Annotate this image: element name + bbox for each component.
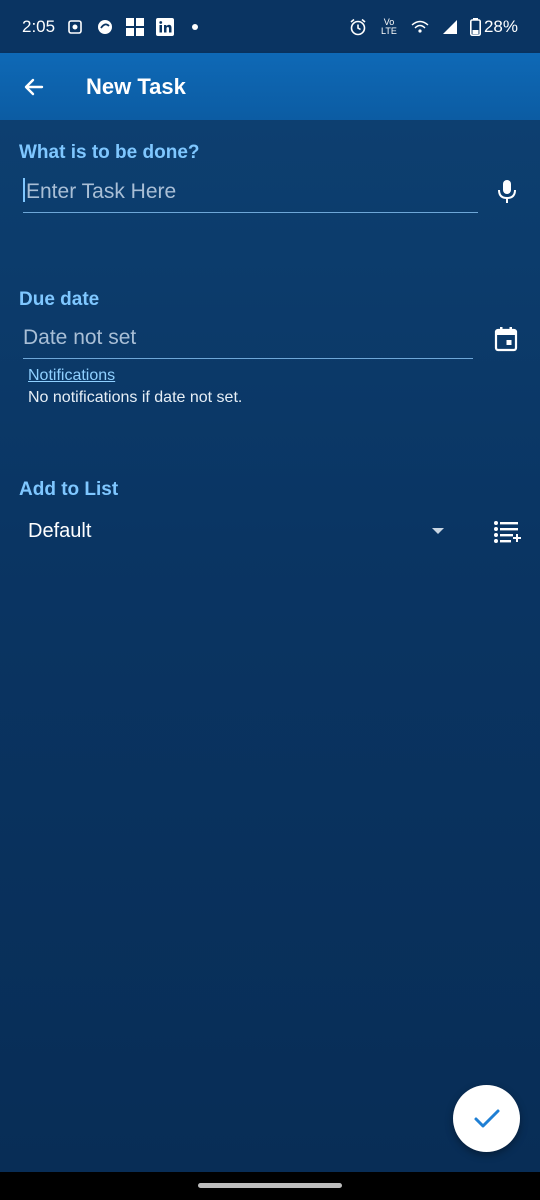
app-icon: [125, 17, 145, 37]
battery-percent: 28%: [483, 16, 518, 36]
task-label: What is to be done?: [19, 142, 200, 163]
dropdown-arrow-icon[interactable]: [432, 528, 444, 534]
wifi-icon: [410, 17, 430, 37]
add-list-button[interactable]: [490, 515, 524, 549]
calendar-icon: [494, 327, 518, 352]
due-date-field[interactable]: Date not set: [23, 326, 473, 359]
task-form: What is to be done? Enter Task Here Due …: [0, 120, 540, 1172]
linkedin-icon: [155, 17, 175, 37]
text-caret: [23, 178, 25, 202]
calendar-button[interactable]: [489, 322, 523, 356]
signal-icon: [440, 17, 460, 37]
save-task-button[interactable]: [453, 1085, 520, 1152]
status-bar: 2:05 Vo LTE 28%: [0, 0, 540, 53]
status-right: Vo LTE 28%: [348, 17, 518, 37]
dot-icon: [185, 17, 205, 37]
mic-button[interactable]: [490, 175, 524, 209]
status-left: 2:05: [22, 17, 205, 37]
navigation-bar: [0, 1172, 540, 1200]
task-placeholder: Enter Task Here: [26, 180, 177, 203]
back-button[interactable]: [14, 67, 54, 107]
due-date-value: Date not set: [23, 326, 137, 349]
battery-status: 28%: [470, 17, 518, 37]
mic-icon: [498, 180, 516, 203]
task-input[interactable]: Enter Task Here: [23, 178, 478, 213]
battery-icon: [470, 17, 482, 37]
status-time: 2:05: [22, 16, 56, 36]
notification-icon: [65, 17, 85, 37]
vpn-icon: [95, 17, 115, 37]
list-select[interactable]: Default: [28, 520, 91, 543]
check-icon: [474, 1109, 499, 1127]
alarm-icon: [348, 17, 368, 37]
volte-icon: Vo LTE: [381, 16, 397, 36]
playlist-add-icon: [494, 521, 521, 543]
app-bar: New Task: [0, 53, 540, 120]
arrow-back-icon: [24, 78, 44, 95]
notifications-hint: No notifications if date not set.: [28, 389, 243, 406]
page-title: New Task: [86, 73, 186, 99]
due-date-label: Due date: [19, 289, 100, 310]
home-handle[interactable]: [198, 1183, 342, 1188]
notifications-link[interactable]: Notifications: [28, 367, 115, 385]
add-to-list-label: Add to List: [19, 479, 119, 500]
